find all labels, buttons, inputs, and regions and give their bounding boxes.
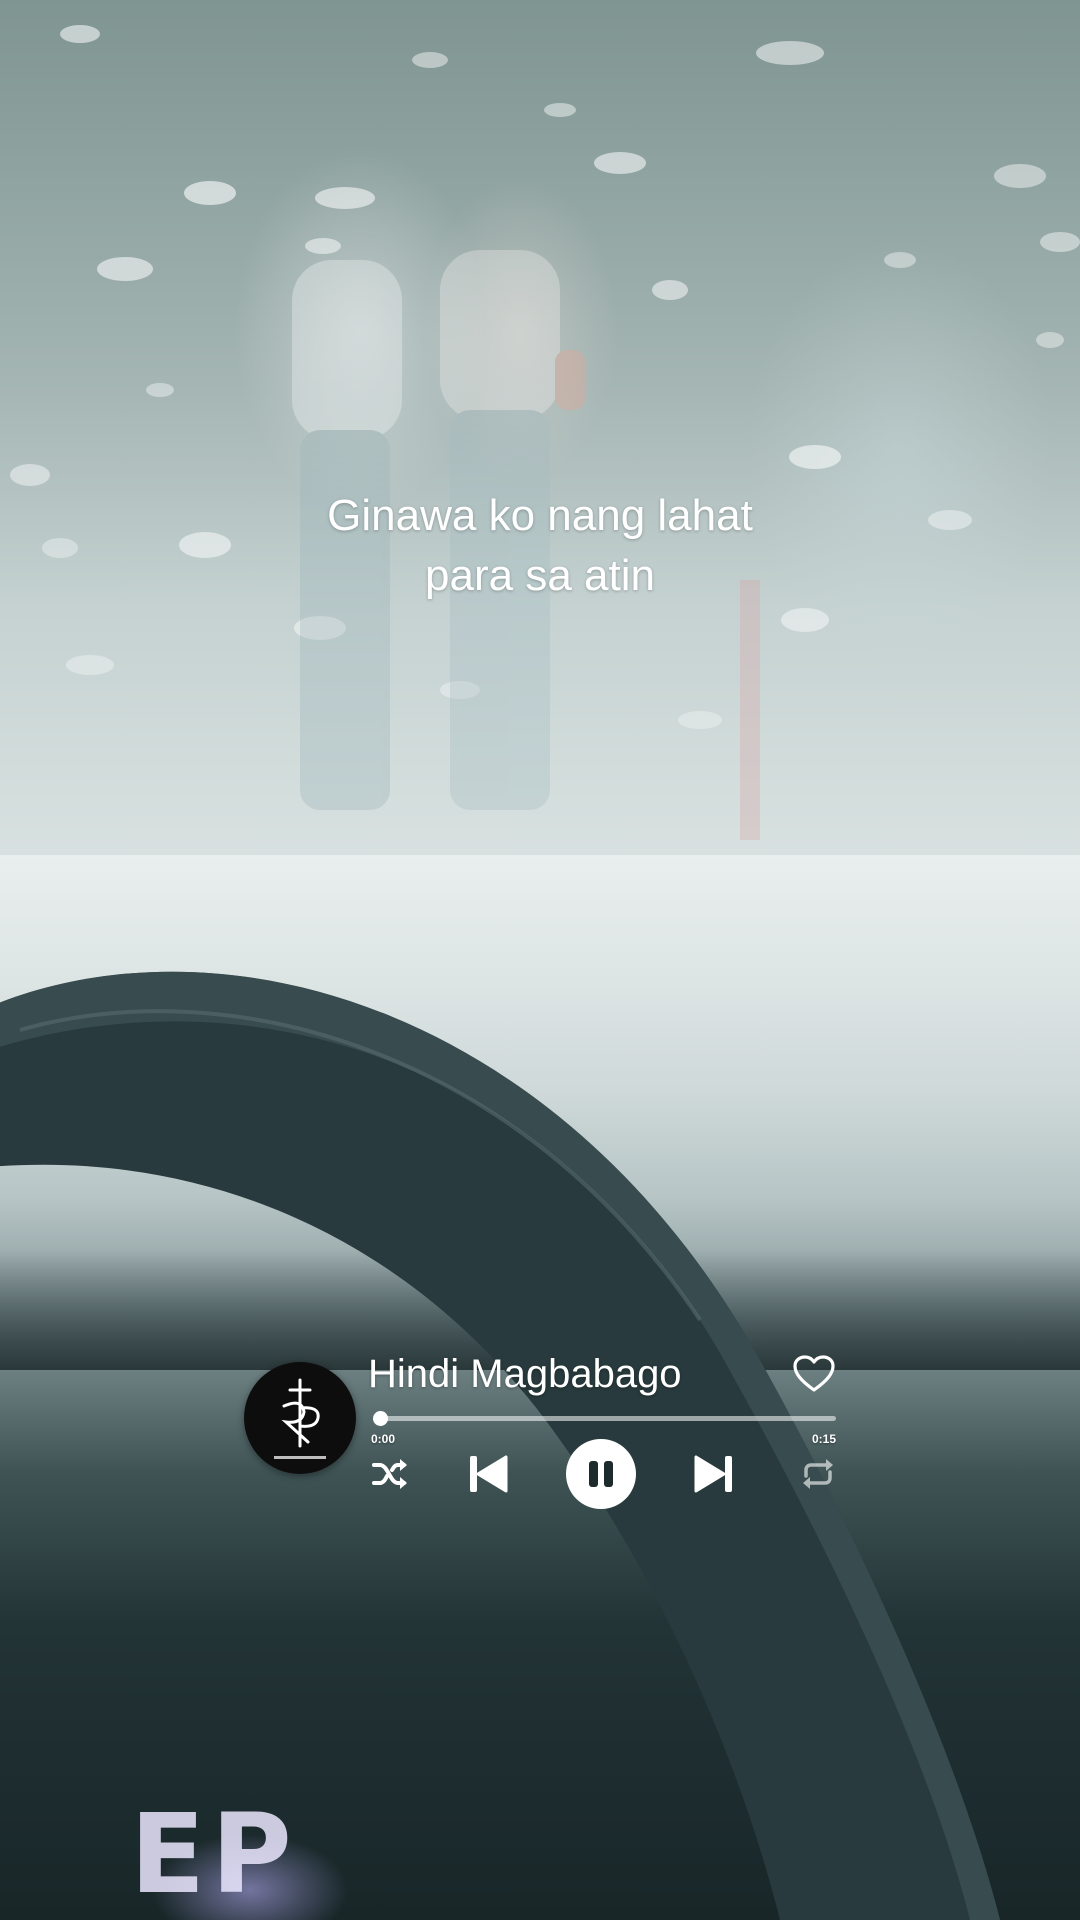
skip-next-icon	[694, 1455, 732, 1493]
shuffle-button[interactable]	[370, 1454, 410, 1494]
elapsed-time: 0:00	[371, 1432, 396, 1446]
total-time: 0:15	[811, 1432, 836, 1446]
story-screen: EP Ginawa ko nang lahat para sa atin Hin…	[0, 0, 1080, 1920]
next-button[interactable]	[692, 1452, 736, 1496]
progress-bar[interactable]	[373, 1411, 836, 1426]
lyrics-line-1: Ginawa ko nang lahat	[327, 491, 753, 540]
rp-monogram-logo-icon	[274, 1378, 326, 1459]
album-art[interactable]	[244, 1362, 356, 1474]
track-title: Hindi Magbabago	[368, 1352, 682, 1396]
instrument-display: EP	[130, 1790, 298, 1918]
repeat-icon	[803, 1459, 833, 1489]
like-button[interactable]	[792, 1354, 836, 1394]
lyrics-overlay: Ginawa ko nang lahat para sa atin	[140, 486, 940, 606]
raindrops-overlay	[10, 25, 1080, 840]
shuffle-icon	[372, 1459, 407, 1489]
repeat-button[interactable]	[798, 1454, 838, 1494]
skip-previous-icon	[470, 1455, 508, 1493]
progress-knob[interactable]	[373, 1411, 388, 1426]
pause-icon	[566, 1439, 636, 1509]
lyrics-line-2: para sa atin	[425, 551, 655, 600]
music-player: Hindi Magbabago 0:00 0:15	[244, 1350, 844, 1520]
previous-button[interactable]	[466, 1452, 510, 1496]
pause-button[interactable]	[565, 1438, 637, 1510]
heart-outline-icon	[793, 1355, 835, 1392]
background-photo: EP	[0, 0, 1080, 1920]
